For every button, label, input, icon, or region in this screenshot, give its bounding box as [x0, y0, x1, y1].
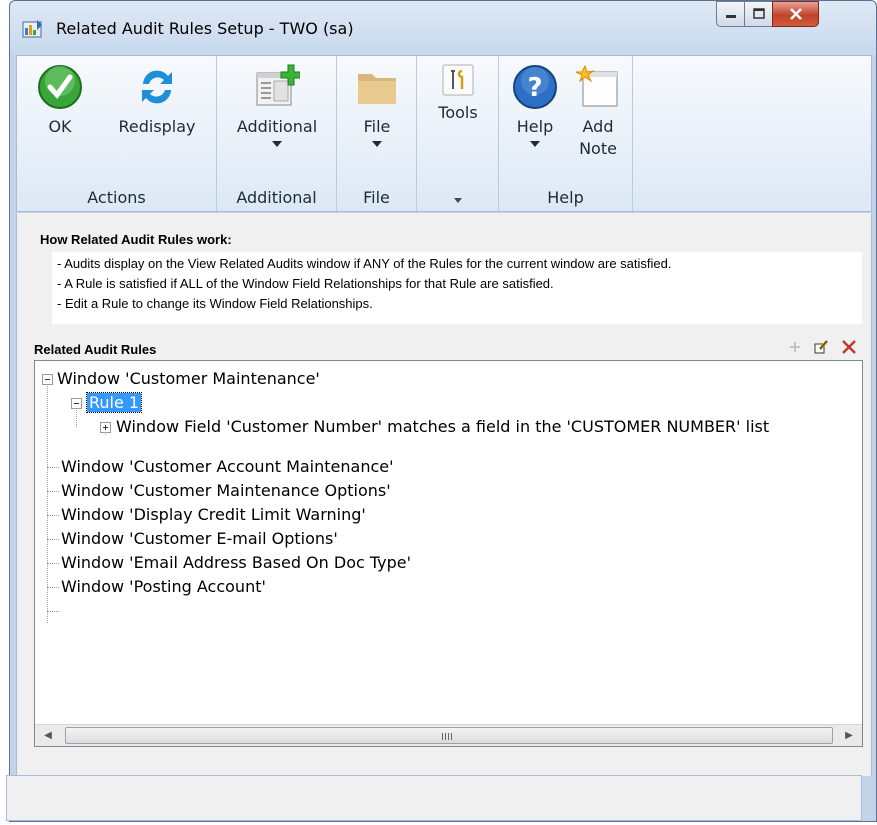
additional-button[interactable]: Additional	[223, 62, 331, 147]
tools-button[interactable]: Tools	[425, 62, 491, 124]
ribbon-group-actions: OK Redisplay Actions	[17, 56, 217, 211]
title-bar[interactable]: Related Audit Rules Setup - TWO (sa)	[10, 1, 876, 55]
redisplay-label: Redisplay	[118, 117, 196, 136]
ribbon-group-help: ? Help Add Note Help	[499, 56, 633, 211]
folder-icon	[358, 74, 396, 104]
add-icon[interactable]	[786, 338, 804, 356]
tree-node[interactable]: Window 'Customer Maintenance'	[57, 367, 320, 391]
status-bar	[6, 775, 862, 821]
collapse-icon[interactable]	[71, 398, 82, 409]
close-icon	[789, 8, 802, 20]
maximize-icon	[752, 8, 765, 19]
svg-text:?: ?	[527, 73, 542, 103]
ribbon-group-additional: Additional Additional	[217, 56, 337, 211]
tools-label: Tools	[438, 103, 478, 122]
tree-node[interactable]: Window 'Email Address Based On Doc Type'	[61, 551, 411, 575]
chevron-down-icon	[372, 141, 382, 147]
info-title: How Related Audit Rules work:	[40, 232, 232, 247]
refresh-icon	[142, 70, 172, 104]
tree-line	[47, 515, 59, 516]
tree-node[interactable]: Window 'Posting Account'	[61, 575, 266, 599]
tools-icon	[442, 64, 474, 96]
minimize-icon	[725, 15, 736, 18]
scroll-left-icon[interactable]: ◀	[37, 725, 59, 746]
file-button[interactable]: File	[345, 62, 409, 147]
additional-label: Additional	[236, 117, 318, 136]
group-label-file: File	[363, 188, 390, 207]
redisplay-button[interactable]: Redisplay	[105, 62, 209, 138]
add-note-label-1: Add	[582, 117, 614, 136]
chevron-down-icon[interactable]	[453, 198, 462, 203]
help-button[interactable]: ? Help	[505, 62, 565, 147]
group-label-actions: Actions	[87, 188, 146, 207]
tree-node[interactable]: Window Field 'Customer Number' matches a…	[116, 415, 769, 439]
help-label: Help	[516, 117, 554, 136]
chevron-down-icon	[272, 141, 282, 147]
file-label: File	[363, 117, 391, 136]
tree-line	[47, 467, 59, 468]
tree-node-selected[interactable]: Rule 1	[85, 391, 143, 415]
help-icon: ?	[513, 65, 557, 109]
checkmark-icon	[38, 65, 82, 109]
ribbon: OK Redisplay Actions Additional Addition…	[16, 55, 872, 212]
tree-node[interactable]: Window 'Customer Account Maintenance'	[61, 455, 394, 479]
add-note-button[interactable]: Add Note	[567, 62, 629, 160]
tree-node[interactable]: Window 'Customer Maintenance Options'	[61, 479, 391, 503]
expand-icon[interactable]	[100, 422, 111, 433]
info-line-1: - Audits display on the View Related Aud…	[57, 256, 672, 271]
scroll-thumb[interactable]	[65, 727, 833, 744]
window-title: Related Audit Rules Setup - TWO (sa)	[56, 19, 354, 38]
tree-line	[47, 539, 59, 540]
minimize-button[interactable]	[716, 1, 745, 27]
tree-node[interactable]: Window 'Customer E-mail Options'	[61, 527, 338, 551]
info-line-3: - Edit a Rule to change its Window Field…	[57, 296, 373, 311]
rules-tree[interactable]: Window 'Customer Maintenance' Rule 1 Win…	[34, 360, 863, 747]
grip-icon	[442, 733, 452, 740]
tree-line	[47, 491, 59, 492]
info-line-2: - A Rule is satisfied if ALL of the Wind…	[57, 276, 554, 291]
info-box: - Audits display on the View Related Aud…	[52, 252, 862, 324]
scroll-right-icon[interactable]: ▶	[838, 725, 860, 746]
add-note-label-2: Note	[579, 139, 617, 158]
close-button[interactable]	[772, 1, 819, 27]
tree-node[interactable]: Window 'Display Credit Limit Warning'	[61, 503, 366, 527]
ok-label: OK	[48, 117, 72, 136]
window-add-icon	[256, 64, 300, 106]
collapse-icon[interactable]	[42, 374, 53, 385]
rules-title: Related Audit Rules	[34, 342, 157, 357]
ribbon-group-tools: Tools	[417, 56, 499, 211]
horizontal-scrollbar[interactable]: ◀ ▶	[35, 724, 862, 746]
maximize-button[interactable]	[744, 1, 773, 27]
group-label-help: Help	[547, 188, 584, 207]
app-icon	[22, 20, 42, 38]
edit-icon[interactable]	[812, 338, 830, 356]
delete-icon[interactable]	[840, 338, 858, 356]
tree-line	[47, 587, 59, 588]
group-label-additional: Additional	[236, 188, 317, 207]
chevron-down-icon	[530, 141, 540, 147]
ok-button[interactable]: OK	[25, 62, 95, 138]
tree-line	[47, 611, 59, 612]
tree-line	[47, 563, 59, 564]
ribbon-group-file: File File	[337, 56, 417, 211]
note-icon	[575, 64, 618, 107]
